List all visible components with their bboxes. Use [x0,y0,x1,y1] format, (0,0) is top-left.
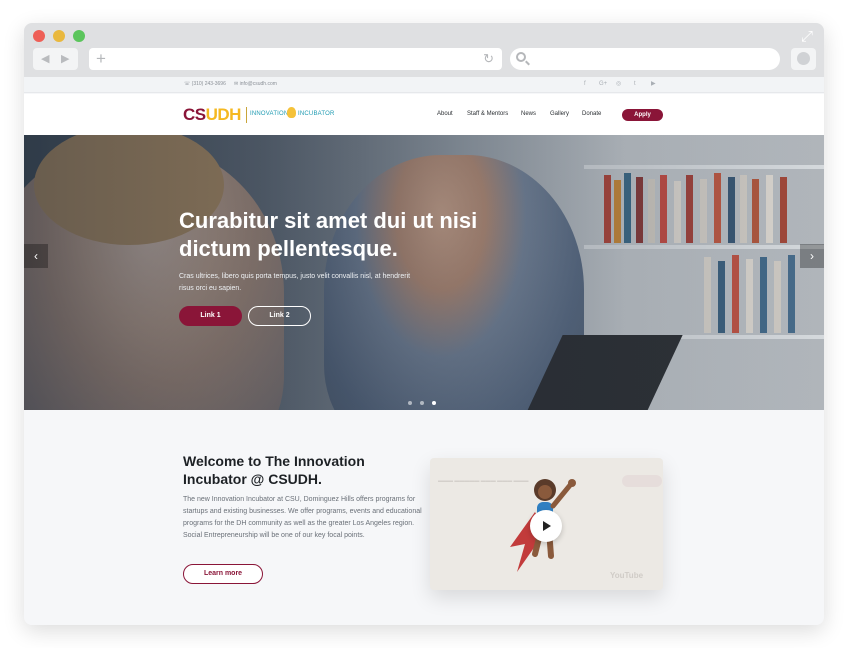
browser-search-input[interactable] [510,48,780,70]
hero-link-2-button[interactable]: Link 2 [248,306,311,326]
slider-dot-1[interactable] [408,401,412,405]
twitter-icon[interactable]: t [634,80,636,89]
phone-text: (310) 243-3696 [191,81,226,87]
forward-icon[interactable]: ▶ [61,51,69,67]
apply-button[interactable]: Apply [622,109,663,121]
nav-donate[interactable]: Donate [582,110,601,119]
csudh-logo[interactable]: CSUDH [183,105,241,125]
learn-more-button[interactable]: Learn more [183,564,263,584]
logo-text-cs: CS [183,105,206,124]
google-plus-icon[interactable]: G+ [599,80,607,89]
hero-slider: Curabitur sit amet dui ut nisi dictum pe… [24,135,824,410]
new-tab-icon[interactable]: + [96,49,106,69]
hero-link-1-button[interactable]: Link 1 [179,306,242,326]
facebook-icon[interactable]: f [584,80,586,89]
welcome-body: The new Innovation Incubator at CSU, Dom… [183,496,422,539]
welcome-section: Welcome to The Innovation Incubator @ CS… [24,410,824,625]
browser-window: ⤢ ◀ ▶ + ↻ ☏ (310) 243-3696 ✉ info@csudh.… [24,23,824,625]
history-buttons: ◀ ▶ [33,48,78,70]
nav-staff-mentors[interactable]: Staff & Mentors [467,110,508,119]
video-player[interactable]: ▬▬▬ ▬▬▬▬▬ ▬▬▬ ▬▬▬ ▬▬▬ YouTube [430,458,663,590]
minimize-window-icon[interactable] [53,30,65,42]
logo-innovation: INNOVATION [250,111,289,117]
phone-number[interactable]: ☏ (310) 243-3696 [184,80,226,89]
extension-button[interactable] [791,48,816,70]
hero-subtitle: Cras ultrices, libero quis porta tempus,… [179,273,411,292]
nav-gallery[interactable]: Gallery [550,110,569,119]
browser-chrome: ⤢ ◀ ▶ + ↻ [24,23,824,77]
logo-incubator: INCUBATOR [298,111,335,117]
youtube-icon[interactable]: ▶ [651,80,656,89]
hero-overlay [24,135,824,410]
contact-bar: ☏ (310) 243-3696 ✉ info@csudh.com f G+ ◎… [24,77,824,93]
extension-icon [797,52,810,65]
logo-text-udh: UDH [205,105,242,124]
nav-news[interactable]: News [521,110,536,119]
close-window-icon[interactable] [33,30,45,42]
maximize-window-icon[interactable] [73,30,85,42]
back-icon[interactable]: ◀ [41,51,49,67]
email-text: info@csudh.com [239,81,277,87]
site-header: CSUDH INNOVATION INCUBATOR About Staff &… [24,94,824,135]
lightbulb-icon [287,107,296,118]
slider-dot-2[interactable] [420,401,424,405]
email-address[interactable]: ✉ info@csudh.com [234,80,277,89]
nav-about[interactable]: About [437,110,453,119]
welcome-title: Welcome to The Innovation Incubator @ CS… [183,453,365,487]
slider-prev-icon[interactable]: ‹ [24,244,48,268]
instagram-icon[interactable]: ◎ [616,80,621,89]
expand-icon[interactable]: ⤢ [799,29,815,45]
logo-divider [246,107,247,123]
hero-title: Curabitur sit amet dui ut nisi dictum pe… [179,208,478,261]
play-button-icon[interactable] [530,510,562,542]
faint-video-button [622,475,662,487]
slider-dots [408,392,444,410]
slider-dot-3[interactable] [432,401,436,405]
slider-next-icon[interactable]: › [800,244,824,268]
search-icon [516,52,526,62]
youtube-logo[interactable]: YouTube [610,571,643,581]
address-bar[interactable]: + ↻ [89,48,502,70]
reload-icon[interactable]: ↻ [483,51,494,67]
